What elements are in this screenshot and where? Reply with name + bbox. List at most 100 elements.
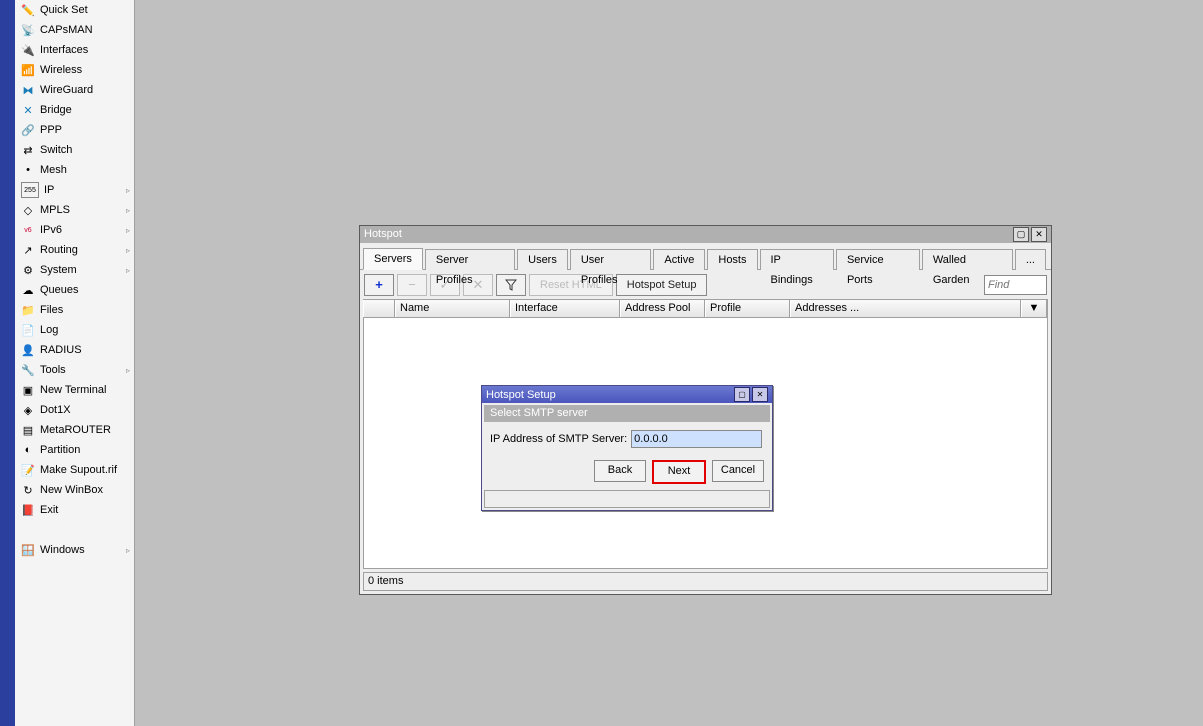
tab-more[interactable]: ... [1015, 249, 1046, 270]
switch-icon: ⇄ [21, 143, 35, 157]
next-button[interactable]: Next [652, 460, 706, 484]
tab-user-profiles[interactable]: User Profiles [570, 249, 652, 270]
ppp-icon: 🔗 [21, 123, 35, 137]
tab-service-ports[interactable]: Service Ports [836, 249, 920, 270]
tab-users[interactable]: Users [517, 249, 568, 270]
sidebar-item-label: Windows [40, 544, 126, 556]
column-interface[interactable]: Interface [510, 300, 620, 317]
sidebar-item-switch[interactable]: ⇄ Switch [15, 140, 134, 160]
dialog-titlebar[interactable]: Hotspot Setup ▢ ✕ [482, 386, 772, 403]
sidebar-item-label: IPv6 [40, 224, 126, 236]
filter-button[interactable] [496, 274, 526, 296]
column-dropdown[interactable]: ▼ [1021, 300, 1047, 317]
dialog-close-button[interactable]: ✕ [752, 387, 768, 402]
sidebar-item-partition[interactable]: ◐Partition [15, 440, 134, 460]
tab-ip-bindings[interactable]: IP Bindings [760, 249, 834, 270]
mpls-icon: ◇ [21, 203, 35, 217]
dot1x-icon: ◈ [21, 403, 35, 417]
sidebar-item-label: Bridge [40, 104, 130, 116]
dialog-subtitle: Select SMTP server [484, 405, 770, 422]
sidebar-item-label: Queues [40, 284, 130, 296]
sidebar-item-make-supout[interactable]: 📝Make Supout.rif [15, 460, 134, 480]
sidebar-item-files[interactable]: 📁 Files [15, 300, 134, 320]
sidebar-item-mpls[interactable]: ◇MPLS▹ [15, 200, 134, 220]
chevron-right-icon: ▹ [126, 186, 130, 195]
sidebar-item-metarouter[interactable]: ▤MetaROUTER [15, 420, 134, 440]
window-titlebar[interactable]: Hotspot ▢ ✕ [360, 226, 1051, 243]
sidebar-item-queues[interactable]: ☁Queues [15, 280, 134, 300]
routing-icon: ↗ [21, 243, 35, 257]
sidebar-item-windows[interactable]: 🪟 Windows▹ [15, 540, 134, 560]
sidebar-item-label: Interfaces [40, 44, 130, 56]
column-addresses[interactable]: Addresses ... [790, 300, 1021, 317]
back-button[interactable]: Back [594, 460, 646, 482]
sidebar-item-label: MetaROUTER [40, 424, 130, 436]
sidebar-item-bridge[interactable]: ✕ Bridge [15, 100, 134, 120]
bridge-icon: ✕ [21, 103, 35, 117]
remove-button[interactable]: − [397, 274, 427, 296]
sidebar-item-label: RADIUS [40, 344, 130, 356]
sidebar-item-tools[interactable]: 🔧Tools▹ [15, 360, 134, 380]
sidebar-item-label: Routing [40, 244, 126, 256]
windows-icon: 🪟 [21, 543, 35, 557]
main-nav-sidebar: ✏️Quick Set 📡CAPsMAN 🔌Interfaces 📶Wirele… [15, 0, 135, 726]
column-spacer[interactable] [363, 300, 395, 317]
wireguard-icon: ⧓ [21, 83, 35, 97]
sidebar-item-log[interactable]: 📄Log [15, 320, 134, 340]
sidebar-item-radius[interactable]: 👤 RADIUS [15, 340, 134, 360]
sidebar-item-capsman[interactable]: 📡CAPsMAN [15, 20, 134, 40]
sidebar-item-label: System [40, 264, 126, 276]
sidebar-item-exit[interactable]: 📕Exit [15, 500, 134, 520]
tab-walled-garden[interactable]: Walled Garden [922, 249, 1013, 270]
sidebar-item-label: Mesh [40, 164, 130, 176]
terminal-icon: ▣ [21, 383, 35, 397]
add-button[interactable]: + [364, 274, 394, 296]
folder-icon: 📁 [21, 303, 35, 317]
column-address-pool[interactable]: Address Pool [620, 300, 705, 317]
chevron-right-icon: ▹ [126, 546, 130, 555]
tab-servers[interactable]: Servers [363, 248, 423, 270]
mesh-icon: • [21, 163, 35, 177]
sidebar-item-interfaces[interactable]: 🔌Interfaces [15, 40, 134, 60]
dialog-button-bar: Back Next Cancel [482, 454, 772, 488]
tools-icon: 🔧 [21, 363, 35, 377]
column-profile[interactable]: Profile [705, 300, 790, 317]
sidebar-item-label: MPLS [40, 204, 126, 216]
sidebar-item-system[interactable]: ⚙System▹ [15, 260, 134, 280]
winbox-icon: ↻ [21, 483, 35, 497]
hotspot-status: 0 items [363, 572, 1048, 591]
chevron-right-icon: ▹ [126, 266, 130, 275]
sidebar-item-new-winbox[interactable]: ↻ New WinBox [15, 480, 134, 500]
sidebar-item-wireguard[interactable]: ⧓WireGuard [15, 80, 134, 100]
sidebar-item-wireless[interactable]: 📶Wireless [15, 60, 134, 80]
radius-icon: 👤 [21, 343, 35, 357]
find-input[interactable] [984, 275, 1047, 295]
hotspot-setup-dialog: Hotspot Setup ▢ ✕ Select SMTP server IP … [481, 385, 773, 511]
sidebar-item-ip[interactable]: 255IP▹ [15, 180, 134, 200]
sidebar-item-label: New WinBox [40, 484, 130, 496]
smtp-ip-input[interactable] [631, 430, 762, 448]
sidebar-item-label: Switch [40, 144, 130, 156]
sidebar-item-routing[interactable]: ↗Routing▹ [15, 240, 134, 260]
sidebar-item-label: Wireless [40, 64, 130, 76]
tab-server-profiles[interactable]: Server Profiles [425, 249, 515, 270]
sidebar-item-new-terminal[interactable]: ▣New Terminal [15, 380, 134, 400]
window-restore-button[interactable]: ▢ [1013, 227, 1029, 242]
sidebar-item-quick-set[interactable]: ✏️Quick Set [15, 0, 134, 20]
sidebar-item-dot1x[interactable]: ◈Dot1X [15, 400, 134, 420]
sidebar-item-mesh[interactable]: • Mesh [15, 160, 134, 180]
sidebar-item-ipv6[interactable]: v6IPv6▹ [15, 220, 134, 240]
cancel-button[interactable]: Cancel [712, 460, 764, 482]
window-title: Hotspot [364, 226, 1011, 243]
tab-hosts[interactable]: Hosts [707, 249, 757, 270]
tab-active[interactable]: Active [653, 249, 705, 270]
sidebar-item-label: Files [40, 304, 130, 316]
window-close-button[interactable]: ✕ [1031, 227, 1047, 242]
dialog-restore-button[interactable]: ▢ [734, 387, 750, 402]
dialog-title: Hotspot Setup [486, 389, 732, 401]
hotspot-setup-button[interactable]: Hotspot Setup [616, 274, 708, 296]
sidebar-item-label: Exit [40, 504, 130, 516]
column-name[interactable]: Name [395, 300, 510, 317]
sidebar-item-ppp[interactable]: 🔗PPP [15, 120, 134, 140]
hotspot-tabbar: Servers Server Profiles Users User Profi… [360, 243, 1051, 270]
